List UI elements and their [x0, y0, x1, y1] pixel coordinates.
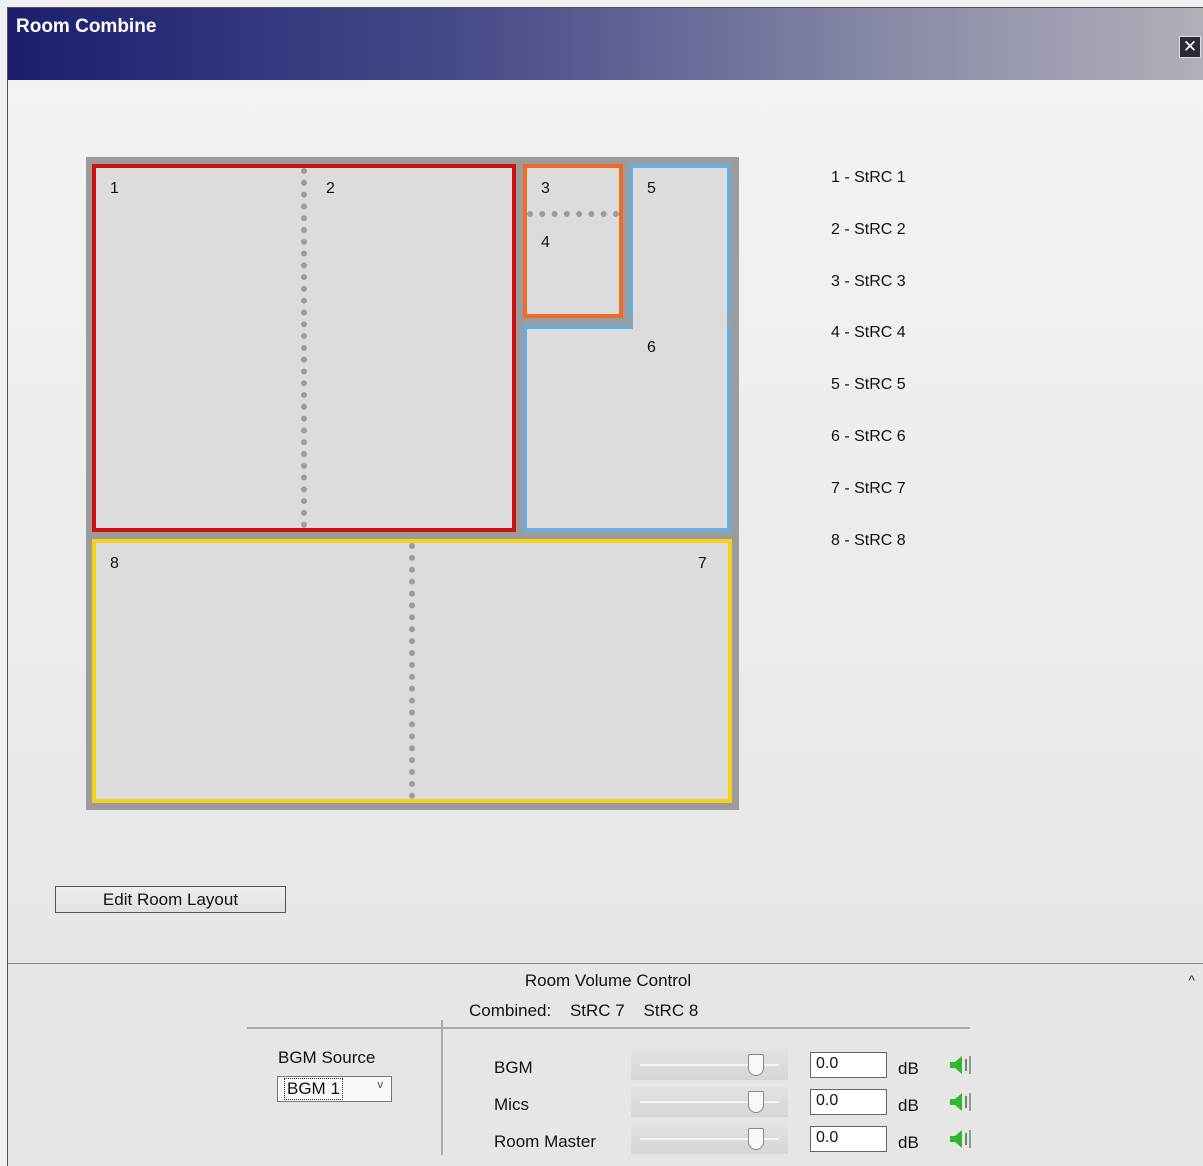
room-group-3-4[interactable]: 3 4 [523, 164, 623, 318]
chevron-down-icon: v [377, 1079, 384, 1091]
room-divider-7-8[interactable] [409, 543, 415, 799]
slider-thumb[interactable] [748, 1128, 764, 1150]
legend-item: 7 - StRC 7 [831, 480, 906, 497]
room-group-1-2[interactable]: 1 2 [92, 164, 516, 532]
window-title: Room Combine [16, 16, 157, 37]
db-unit-label: dB [898, 1096, 919, 1115]
room-label-4: 4 [541, 234, 550, 251]
legend-item: 8 - StRC 8 [831, 532, 906, 549]
combined-room: StRC 8 [643, 1001, 699, 1020]
mics-volume-label: Mics [494, 1095, 529, 1114]
room-label-1: 1 [110, 180, 119, 197]
bgm-volume-label: BGM [494, 1058, 533, 1077]
room-group-5-6-join [633, 316, 727, 330]
speaker-icon[interactable] [948, 1127, 976, 1151]
room-label-8: 8 [110, 555, 119, 572]
bgm-db-input[interactable]: 0.0 [810, 1052, 887, 1078]
bgm-source-value: BGM 1 [284, 1078, 343, 1100]
combined-rooms: Combined: StRC 7 StRC 8 [469, 1001, 712, 1021]
panel-divider [247, 1027, 970, 1029]
bgm-source-select[interactable]: BGM 1 v [277, 1076, 392, 1102]
room-master-db-input[interactable]: 0.0 [810, 1126, 887, 1152]
close-icon[interactable]: ✕ [1179, 36, 1201, 58]
combined-room: StRC 7 [569, 1001, 625, 1020]
db-unit-label: dB [898, 1059, 919, 1078]
bgm-source-label: BGM Source [278, 1048, 376, 1067]
legend-item: 4 - StRC 4 [831, 324, 906, 341]
room-label-5: 5 [647, 180, 656, 197]
mics-db-input[interactable]: 0.0 [810, 1089, 887, 1115]
room-label-2: 2 [326, 180, 335, 197]
panel-vertical-divider [441, 1020, 443, 1155]
legend-item: 6 - StRC 6 [831, 428, 906, 445]
room-volume-panel: Room Volume Control ^ Combined: StRC 7 S… [8, 963, 1203, 1166]
room-divider-1-2[interactable] [301, 168, 307, 528]
slider-thumb[interactable] [748, 1091, 764, 1113]
collapse-icon[interactable]: ^ [1188, 972, 1195, 988]
room-master-volume-label: Room Master [494, 1132, 597, 1151]
title-bar: Room Combine ✕ [8, 8, 1203, 80]
slider-thumb[interactable] [748, 1054, 764, 1076]
room-label-3: 3 [541, 180, 550, 197]
room-label-6: 6 [647, 339, 656, 356]
room-label-7: 7 [698, 555, 707, 572]
legend-item: 5 - StRC 5 [831, 376, 906, 393]
bgm-volume-slider[interactable] [631, 1050, 788, 1080]
edit-room-layout-button[interactable]: Edit Room Layout [55, 886, 286, 913]
mics-volume-slider[interactable] [631, 1087, 788, 1117]
room-group-7-8[interactable]: 8 7 [92, 539, 732, 803]
legend-item: 3 - StRC 3 [831, 273, 906, 290]
speaker-icon[interactable] [948, 1090, 976, 1114]
speaker-icon[interactable] [948, 1053, 976, 1077]
legend-item: 2 - StRC 2 [831, 221, 906, 238]
combined-label: Combined: [469, 1001, 552, 1020]
panel-title: Room Volume Control [524, 971, 692, 990]
room-combine-window: Room Combine ✕ 1 2 3 4 5 6 8 7 1 - StRC … [7, 7, 1203, 1166]
room-layout-diagram: 1 2 3 4 5 6 8 7 [86, 157, 739, 810]
legend-item: 1 - StRC 1 [831, 169, 906, 186]
room-master-volume-slider[interactable] [631, 1124, 788, 1154]
db-unit-label: dB [898, 1133, 919, 1152]
room-group-5-6[interactable]: 5 [629, 164, 731, 327]
room-divider-3-4[interactable] [527, 211, 619, 217]
room-6-area[interactable]: 6 [523, 325, 731, 532]
